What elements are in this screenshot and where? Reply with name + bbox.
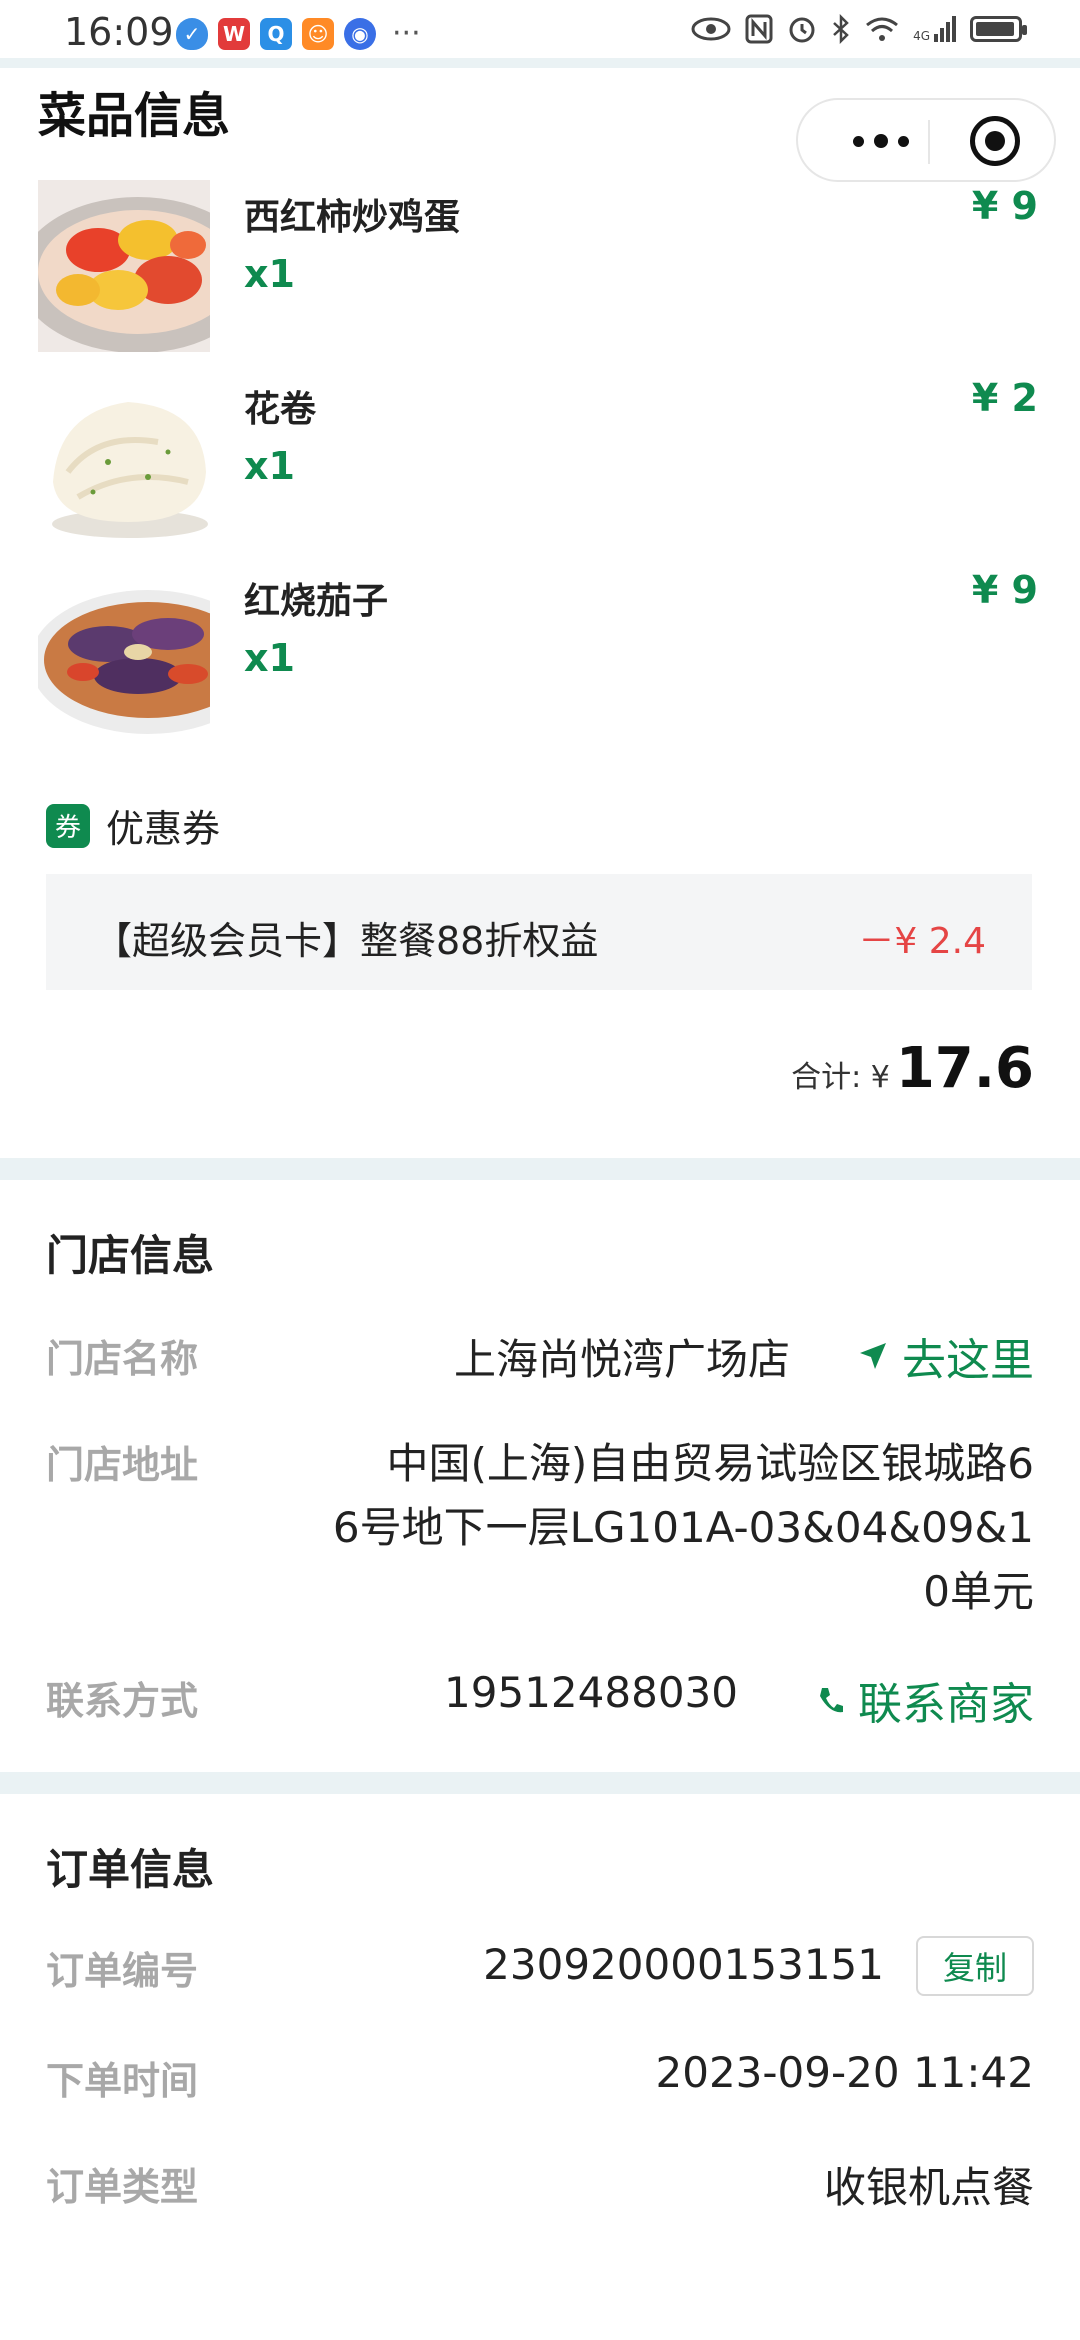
section-divider (0, 1772, 1080, 1794)
alarm-icon (789, 17, 815, 43)
coupon-discount: －¥ 2.4 (858, 921, 986, 962)
browser-app-icon: ◉ (344, 17, 376, 50)
dish-quantity: x1 (244, 252, 295, 296)
navigation-arrow-icon (860, 1343, 886, 1369)
dish-item[interactable]: 红烧茄子 x1 ¥ 9 (38, 564, 1038, 736)
dish-image-braised-eggplant (38, 564, 210, 736)
status-bar: 16:09 ✓ W Q ☺ ◉ ··· 4G (0, 0, 1080, 68)
wifi-icon (866, 17, 898, 41)
order-type: 收银机点餐 (823, 2163, 1034, 2212)
order-type-label: 订单类型 (46, 2165, 199, 2209)
dish-price: ¥ 2 (971, 376, 1038, 420)
coupon-header: 券 优惠券 (46, 798, 220, 853)
section-title-store: 门店信息 (46, 1231, 215, 1280)
status-time: 16:09 (64, 10, 174, 54)
address-line: 中国(上海)自由贸易试验区银城路6 (386, 1439, 1035, 1488)
store-phone: 19512488030 (444, 1668, 738, 1717)
contact-merchant-button[interactable]: 联系商家 (818, 1668, 1034, 1732)
navigate-button[interactable]: 去这里 (858, 1324, 1034, 1388)
coupon-badge-icon: 券 (46, 803, 90, 848)
address-line: 6号地下一层LG101A-03&04&09&1 (332, 1503, 1034, 1552)
dish-name: 西红柿炒鸡蛋 (244, 197, 461, 238)
network-type-label: 4G (913, 29, 930, 43)
contact-label: 联系方式 (46, 1679, 199, 1723)
search-app-icon: Q (260, 17, 292, 50)
dish-image-flower-roll (38, 372, 210, 544)
dot-icon (853, 135, 864, 147)
shield-app-icon: ✓ (176, 17, 208, 50)
contact-merchant-label: 联系商家 (858, 1679, 1034, 1730)
battery-icon (970, 16, 1027, 42)
total-value: 17.6 (895, 1036, 1034, 1101)
status-app-icons: ✓ W Q ☺ ◉ ··· (176, 16, 421, 51)
status-indicators: 4G (691, 14, 1027, 44)
dot-icon (874, 134, 888, 148)
eye-icon (691, 17, 731, 41)
dish-item[interactable]: 花卷 x1 ¥ 2 (38, 372, 1038, 544)
dish-image-tomato-egg (38, 180, 210, 352)
order-number: 230920000153151 (483, 1940, 884, 1989)
section-divider (0, 1158, 1080, 1180)
store-address: 中国(上海)自由贸易试验区银城路6 6号地下一层LG101A-03&04&09&… (274, 1432, 1034, 1624)
signal-icon: 4G (913, 16, 956, 42)
dish-price: ¥ 9 (971, 184, 1038, 228)
phone-icon (820, 1688, 843, 1713)
dish-quantity: x1 (244, 636, 295, 680)
total-label: 合计: ¥ (791, 1060, 890, 1095)
coupon-item[interactable]: 【超级会员卡】整餐88折权益 －¥ 2.4 (46, 874, 1032, 990)
coupon-title: 优惠券 (106, 807, 221, 851)
copy-order-number-button[interactable]: 复制 (916, 1936, 1034, 1996)
dish-price: ¥ 9 (971, 568, 1038, 612)
section-title-order: 订单信息 (46, 1845, 215, 1894)
dish-name: 花卷 (244, 389, 317, 430)
dish-item[interactable]: 西红柿炒鸡蛋 x1 ¥ 9 (38, 180, 1038, 352)
wps-app-icon: W (218, 17, 250, 50)
miniprogram-capsule (796, 98, 1056, 182)
nfc-icon (745, 14, 773, 44)
address-line: 0单元 (923, 1567, 1034, 1616)
navigate-label: 去这里 (902, 1335, 1034, 1386)
coupon-name: 【超级会员卡】整餐88折权益 (94, 919, 599, 963)
store-name: 上海尚悦湾广场店 (453, 1335, 790, 1384)
store-name-label: 门店名称 (46, 1337, 199, 1381)
more-notifications-icon: ··· (392, 16, 421, 51)
bluetooth-icon (833, 14, 849, 44)
more-menu-button[interactable] (826, 116, 936, 166)
close-miniprogram-button[interactable] (970, 116, 1020, 166)
dot-icon (898, 135, 909, 147)
taobao-app-icon: ☺ (302, 17, 334, 50)
dish-name: 红烧茄子 (244, 581, 389, 622)
order-time-label: 下单时间 (46, 2059, 199, 2103)
order-number-label: 订单编号 (46, 1949, 199, 1993)
order-total: 合计: ¥ 17.6 (791, 1036, 1034, 1101)
dish-quantity: x1 (244, 444, 295, 488)
order-time: 2023-09-20 11:42 (655, 2048, 1034, 2097)
section-title-dishes: 菜品信息 (38, 88, 231, 144)
store-address-label: 门店地址 (46, 1443, 199, 1487)
capsule-divider (928, 120, 930, 164)
